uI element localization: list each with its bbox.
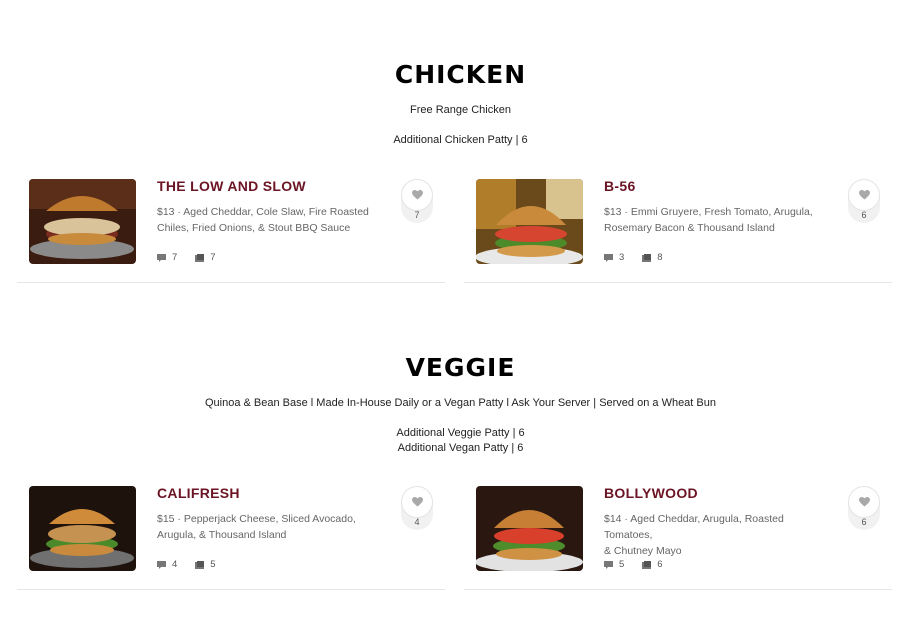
comments-count[interactable]: 7 — [157, 252, 177, 263]
like-button[interactable]: 6 — [848, 486, 880, 530]
photos-value: 5 — [210, 559, 216, 570]
item-description: $14 · Aged Cheddar, Arugula, Roasted Tom… — [604, 511, 826, 559]
item-description-line: Rosemary Bacon & Thousand Island — [604, 222, 775, 234]
like-circle — [401, 486, 433, 518]
comments-value: 5 — [619, 559, 625, 570]
item-description-line: $13 · Aged Cheddar, Cole Slaw, Fire Roas… — [157, 206, 369, 218]
like-count: 6 — [861, 210, 867, 220]
section-subtitle: Quinoa & Bean Base l Made In-House Daily… — [205, 397, 716, 409]
section-subtitle: Free Range Chicken — [410, 104, 511, 116]
item-meta: 7 7 — [157, 252, 228, 263]
menu-page: CHICKEN Free Range Chicken Additional Ch… — [0, 0, 921, 644]
photos-count[interactable]: 7 — [195, 252, 216, 263]
burger-photo[interactable] — [476, 486, 583, 571]
like-button[interactable]: 4 — [401, 486, 433, 530]
item-name[interactable]: B-56 — [604, 178, 636, 194]
item-description-line: $13 · Emmi Gruyere, Fresh Tomato, Arugul… — [604, 206, 813, 218]
section-note: Additional Veggie Patty | 6 — [396, 427, 525, 439]
like-count: 6 — [861, 517, 867, 527]
item-description: $13 · Aged Cheddar, Cole Slaw, Fire Roas… — [157, 204, 379, 236]
comments-value: 7 — [172, 252, 178, 263]
like-count: 7 — [414, 210, 420, 220]
comment-icon — [604, 253, 613, 262]
section-title-veggie: VEGGIE — [405, 353, 516, 382]
item-name[interactable]: BOLLYWOOD — [604, 485, 698, 501]
burger-photo[interactable] — [29, 486, 136, 571]
like-circle — [848, 486, 880, 518]
item-meta: 3 8 — [604, 252, 675, 263]
comments-value: 3 — [619, 252, 625, 263]
comment-icon — [157, 253, 166, 262]
item-description: $15 · Pepperjack Cheese, Sliced Avocado,… — [157, 511, 379, 543]
item-description-line: & Chutney Mayo — [604, 545, 682, 557]
comment-icon — [604, 560, 613, 569]
photos-value: 8 — [657, 252, 663, 263]
menu-item-card[interactable]: THE LOW AND SLOW $13 · Aged Cheddar, Col… — [17, 178, 445, 283]
section-note: Additional Vegan Patty | 6 — [397, 442, 524, 454]
photo-icon — [195, 560, 205, 569]
menu-item-card[interactable]: CALIFRESH $15 · Pepperjack Cheese, Slice… — [17, 485, 445, 590]
photos-value: 6 — [657, 559, 663, 570]
photos-count[interactable]: 5 — [195, 559, 216, 570]
photos-count[interactable]: 8 — [642, 252, 663, 263]
comments-value: 4 — [172, 559, 178, 570]
section-title-chicken: CHICKEN — [394, 60, 527, 89]
item-description-line: $14 · Aged Cheddar, Arugula, Roasted Tom… — [604, 513, 784, 541]
like-circle — [848, 179, 880, 211]
heart-icon — [411, 497, 423, 507]
item-description-line: Arugula, & Thousand Island — [157, 529, 287, 541]
burger-photo[interactable] — [476, 179, 583, 264]
photos-value: 7 — [210, 252, 216, 263]
comments-count[interactable]: 4 — [157, 559, 177, 570]
like-button[interactable]: 6 — [848, 179, 880, 223]
photo-icon — [642, 253, 652, 262]
heart-icon — [411, 190, 423, 200]
item-description: $13 · Emmi Gruyere, Fresh Tomato, Arugul… — [604, 204, 826, 236]
photo-icon — [642, 560, 652, 569]
item-name[interactable]: CALIFRESH — [157, 485, 240, 501]
section-note: Additional Chicken Patty | 6 — [393, 134, 528, 146]
burger-photo[interactable] — [29, 179, 136, 264]
heart-icon — [858, 190, 870, 200]
photo-icon — [195, 253, 205, 262]
item-meta: 5 6 — [604, 559, 675, 570]
heart-icon — [858, 497, 870, 507]
like-count: 4 — [414, 517, 420, 527]
comment-icon — [157, 560, 166, 569]
item-meta: 4 5 — [157, 559, 228, 570]
item-description-line: Chiles, Fried Onions, & Stout BBQ Sauce — [157, 222, 351, 234]
item-name[interactable]: THE LOW AND SLOW — [157, 178, 306, 194]
comments-count[interactable]: 5 — [604, 559, 624, 570]
comments-count[interactable]: 3 — [604, 252, 624, 263]
photos-count[interactable]: 6 — [642, 559, 663, 570]
menu-item-card[interactable]: B-56 $13 · Emmi Gruyere, Fresh Tomato, A… — [464, 178, 892, 283]
like-circle — [401, 179, 433, 211]
item-description-line: $15 · Pepperjack Cheese, Sliced Avocado, — [157, 513, 356, 525]
like-button[interactable]: 7 — [401, 179, 433, 223]
menu-item-card[interactable]: BOLLYWOOD $14 · Aged Cheddar, Arugula, R… — [464, 485, 892, 590]
